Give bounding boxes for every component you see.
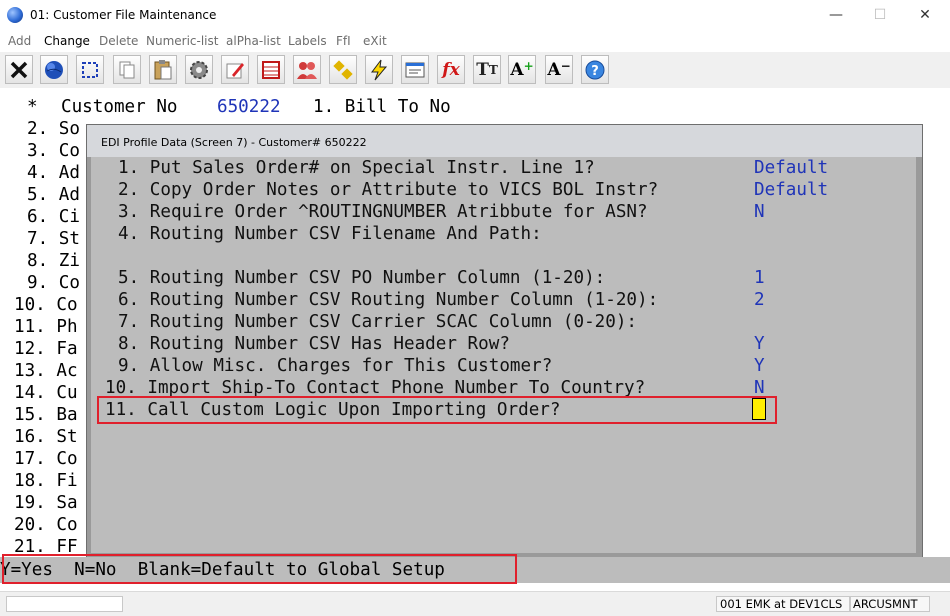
field-line-15: 15. Ba [14, 405, 78, 425]
decrease-font-icon[interactable]: A − [545, 55, 573, 84]
menu-delete[interactable]: Delete [99, 34, 138, 48]
edi-option-8-label: 8. Routing Number CSV Has Header Row? [118, 334, 510, 354]
field-line-3: 3. Co [27, 141, 80, 161]
app-globe-icon [7, 7, 23, 23]
edi-option-5-label: 5. Routing Number CSV PO Number Column (… [118, 268, 606, 288]
customer-no-value: 650222 [217, 97, 281, 117]
menu-ffi[interactable]: FfI [336, 34, 351, 48]
edi-option-1-label: 1. Put Sales Order# on Special Instr. Li… [118, 158, 595, 178]
menu-add[interactable]: Add [8, 34, 31, 48]
toolbar: fx TT A + A − ? [0, 52, 950, 89]
field-line-11: 11. Ph [14, 317, 78, 337]
field-line-2: 2. So [27, 119, 80, 139]
table-icon[interactable] [257, 55, 285, 84]
edi-option-6-label: 6. Routing Number CSV Routing Number Col… [118, 290, 659, 310]
field-line-8: 8. Zi [27, 251, 80, 271]
field-line-20: 20. Co [14, 515, 78, 535]
menu-alpha-list[interactable]: alPha-list [226, 34, 281, 48]
field-line-16: 16. St [14, 427, 78, 447]
dialog-title: EDI Profile Data (Screen 7) - Customer# … [101, 136, 367, 149]
font-icon[interactable]: TT [473, 55, 501, 84]
field-line-4: 4. Ad [27, 163, 80, 183]
field-line-18: 18. Fi [14, 471, 78, 491]
edi-option-2-label: 2. Copy Order Notes or Attribute to VICS… [118, 180, 659, 200]
function-icon[interactable]: fx [437, 55, 465, 84]
status-program: ARCUSMNT [853, 597, 918, 611]
select-icon[interactable] [76, 55, 104, 84]
edi-option-9-value[interactable]: Y [754, 355, 765, 377]
edi-option-7-label: 7. Routing Number CSV Carrier SCAC Colum… [118, 312, 638, 332]
document-icon[interactable] [401, 55, 429, 84]
field-line-14: 14. Cu [14, 383, 78, 403]
edi-profile-dialog: EDI Profile Data (Screen 7) - Customer# … [86, 124, 923, 558]
edi-option-4-label: 4. Routing Number CSV Filename And Path: [118, 224, 542, 244]
edi-option-5-value[interactable]: 1 [754, 267, 765, 289]
maximize-button[interactable]: ☐ [857, 0, 903, 31]
status-session: 001 EMK at DEV1CLS [720, 597, 843, 611]
link-icon[interactable] [329, 55, 357, 84]
users-icon[interactable] [293, 55, 321, 84]
field-line-7: 7. St [27, 229, 80, 249]
edi-option-3-value[interactable]: N [754, 201, 765, 223]
close-icon[interactable] [5, 55, 33, 84]
edi-option-6-value[interactable]: 2 [754, 289, 765, 311]
close-window-button[interactable]: ✕ [902, 0, 948, 31]
header-star: * [27, 97, 38, 117]
current-field-highlight [97, 396, 777, 424]
field-line-6: 6. Ci [27, 207, 80, 227]
menu-bar: Add Change Delete Numeric-list alPha-lis… [0, 31, 950, 51]
edi-option-2-value[interactable]: Default [754, 179, 828, 201]
customer-no-label: Customer No [61, 97, 178, 117]
menu-exit[interactable]: eXit [363, 34, 387, 48]
edit-icon[interactable] [221, 55, 249, 84]
dialog-title-bar: EDI Profile Data (Screen 7) - Customer# … [87, 125, 922, 157]
menu-change[interactable]: Change [44, 34, 90, 48]
field-line-9: 9. Co [27, 273, 80, 293]
increase-font-icon[interactable]: A + [508, 55, 536, 84]
edi-option-9-label: 9. Allow Misc. Charges for This Customer… [118, 356, 553, 376]
globe-icon[interactable] [40, 55, 68, 84]
field-line-17: 17. Co [14, 449, 78, 469]
field-line-5: 5. Ad [27, 185, 80, 205]
edi-option-3-label: 3. Require Order ^ROUTINGNUMBER Atribbut… [118, 202, 648, 222]
prompt-highlight [2, 554, 517, 584]
minimize-button[interactable]: — [813, 0, 859, 31]
status-pane-input [6, 596, 123, 612]
menu-numeric-list[interactable]: Numeric-list [146, 34, 218, 48]
field-line-13: 13. Ac [14, 361, 78, 381]
status-bar: 001 EMK at DEV1CLS ARCUSMNT [0, 591, 950, 616]
title-bar: 01: Customer File Maintenance — ☐ ✕ [0, 0, 950, 31]
bill-to-label: 1. Bill To No [313, 97, 451, 117]
svg-text:?: ? [591, 64, 599, 79]
paste-icon[interactable] [149, 55, 177, 84]
dialog-body: 1. Put Sales Order# on Special Instr. Li… [91, 157, 916, 553]
window-title: 01: Customer File Maintenance [30, 8, 217, 22]
input-cursor[interactable] [752, 398, 766, 420]
field-line-12: 12. Fa [14, 339, 78, 359]
copy-icon[interactable] [113, 55, 141, 84]
menu-labels[interactable]: Labels [288, 34, 327, 48]
settings-icon[interactable] [185, 55, 213, 84]
edi-option-8-value[interactable]: Y [754, 333, 765, 355]
lightning-icon[interactable] [365, 55, 393, 84]
edi-option-1-value[interactable]: Default [754, 157, 828, 179]
field-line-19: 19. Sa [14, 493, 78, 513]
field-line-10: 10. Co [14, 295, 78, 315]
help-icon[interactable]: ? [581, 55, 609, 84]
